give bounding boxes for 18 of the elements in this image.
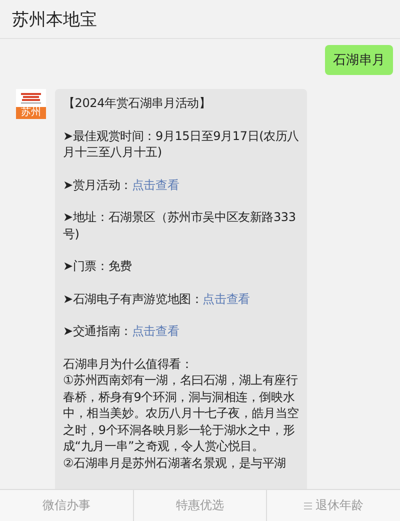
message-text: ➤门票：免费 (63, 258, 133, 274)
avatar-label: 苏州 (16, 107, 46, 119)
message-text: ②石湖串月是苏州石湖著名景观，是与平湖 (63, 454, 287, 471)
account-avatar[interactable]: 苏州 (16, 89, 46, 119)
message-text: 石湖串月为什么值得看： (63, 356, 194, 372)
menu-icon (304, 502, 312, 510)
view-link[interactable]: 点击查看 (132, 324, 180, 338)
message-text: ➤最佳观赏时间：9月15日至9月17日(农历八月十三至八月十五) (63, 128, 299, 160)
message-text: 【2024年赏石湖串月活动】 (63, 95, 212, 112)
message-text: ➤地址：石湖景区（苏州市吴中区友新路333号) (63, 209, 297, 242)
item-label: ➤交通指南： (63, 324, 132, 338)
view-link[interactable]: 点击查看 (132, 178, 180, 192)
sent-message-bubble: 石湖串月 (325, 45, 393, 75)
view-link[interactable]: 点击查看 (202, 292, 250, 306)
item-label: ➤赏月活动： (63, 178, 132, 192)
chat-title: 苏州本地宝 (12, 8, 97, 30)
message-text: ①苏州西南郊有一湖，名曰石湖，湖上有座行春桥，桥身有9个环洞，洞与洞相连，倒映水中，相当美妙。农历八月十七子夜，皓月当空之时，9个环洞各映月影一轮于湖水之中，形成“九月一串”之奇观，令人赏心悦目。 (63, 372, 299, 454)
item-label: ➤石湖电子有声游览地图： (63, 292, 203, 306)
